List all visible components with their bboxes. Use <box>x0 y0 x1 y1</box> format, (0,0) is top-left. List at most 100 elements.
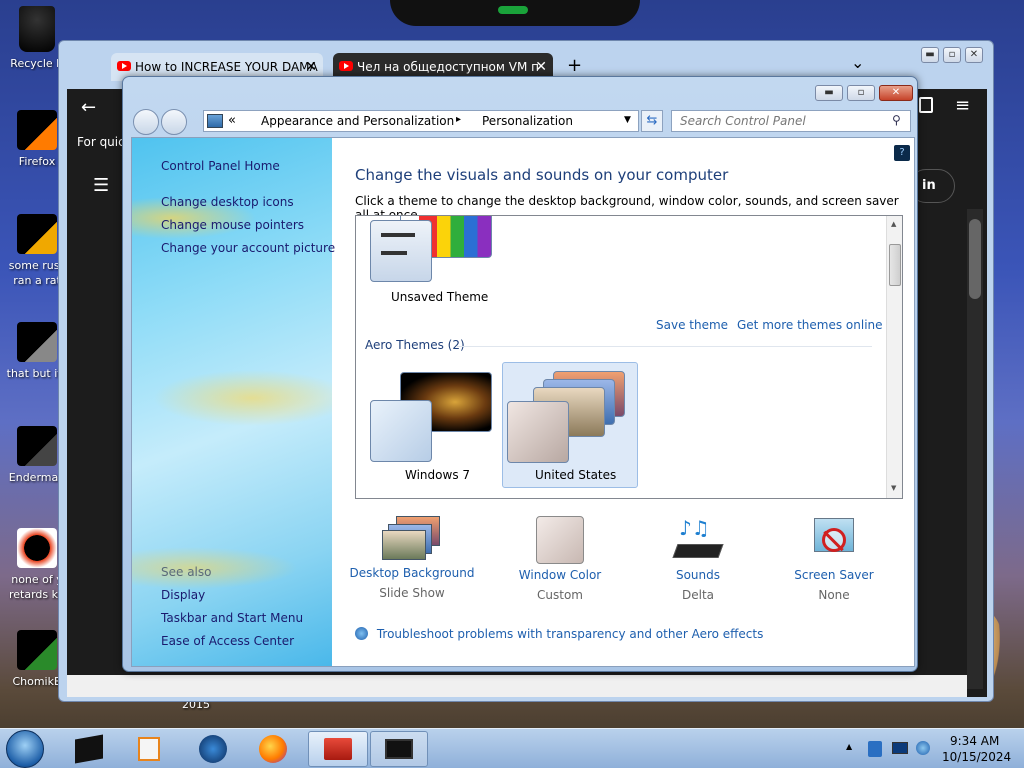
taskbar-media-player[interactable] <box>120 731 178 767</box>
unsaved-theme-label: Unsaved Theme <box>391 290 489 304</box>
get-more-themes-link[interactable]: Get more themes online <box>737 318 883 332</box>
united-states-label: United States <box>535 468 617 482</box>
search-icon[interactable]: ⚲ <box>892 113 901 127</box>
display-link[interactable]: Display <box>161 588 205 602</box>
scroll-down-arrow-icon[interactable]: ▼ <box>891 484 896 492</box>
desktop-background-value: Slide Show <box>379 586 445 600</box>
media-player-icon <box>138 737 160 761</box>
refresh-button[interactable]: ⇆ <box>641 110 663 132</box>
scroll-up-arrow-icon[interactable]: ▲ <box>891 220 896 228</box>
desktop-background-item[interactable]: Desktop Background Slide Show <box>342 516 482 600</box>
change-desktop-icons-link[interactable]: Change desktop icons <box>161 195 294 209</box>
window-color-value: Custom <box>537 588 583 602</box>
window-color-label: Window Color <box>518 568 602 582</box>
taskbar-app-1[interactable] <box>60 731 118 767</box>
change-account-picture-link[interactable]: Change your account picture <box>161 241 335 255</box>
address-dropdown-icon[interactable]: ▼ <box>624 115 631 125</box>
screen-saver-label: Screen Saver <box>794 568 874 582</box>
main-pane: ? Change the visuals and sounds on your … <box>332 138 914 666</box>
video-strip <box>67 675 967 697</box>
clock-time[interactable]: 9:34 AM <box>950 734 999 748</box>
sign-in-label: in <box>922 178 936 193</box>
unsaved-theme-tile[interactable]: Unsaved Theme <box>364 216 500 308</box>
thumb-bar <box>381 251 407 255</box>
scrollbar-thumb[interactable] <box>889 244 901 286</box>
theme-windows7[interactable]: Windows 7 <box>364 362 500 486</box>
back-arrow-icon[interactable]: ← <box>81 97 96 118</box>
recycle-bin-label: Recycle B <box>10 57 64 70</box>
tray-icon-1[interactable] <box>868 741 882 757</box>
tray-icon-2[interactable] <box>892 742 908 754</box>
taskbar-start-menu-link[interactable]: Taskbar and Start Menu <box>161 611 303 625</box>
tray-expand-icon[interactable]: ▲ <box>846 742 852 751</box>
screen-saver-item[interactable]: Screen Saver None <box>764 516 904 602</box>
back-button[interactable] <box>133 109 159 135</box>
see-also-heading: See also <box>161 565 212 579</box>
sounds-item[interactable]: ♪♫ Sounds Delta <box>628 516 768 602</box>
chomikb-label: ChomikB <box>12 675 62 688</box>
clock-date[interactable]: 10/15/2024 <box>942 750 1011 764</box>
browser-maximize-button[interactable]: ▫ <box>943 47 961 63</box>
tab-list-chevron-icon[interactable]: ⌄ <box>851 53 864 72</box>
breadcrumb-appearance[interactable]: Appearance and Personalization <box>261 114 454 128</box>
aero-header-divider <box>456 346 872 347</box>
sounds-value: Delta <box>681 588 714 602</box>
change-mouse-pointers-link[interactable]: Change mouse pointers <box>161 218 304 232</box>
control-panel-window: ▬ ▫ ✕ « Appearance and Personalization ▸… <box>122 76 918 672</box>
window-icon <box>385 739 413 759</box>
troubleshoot-link[interactable]: Troubleshoot problems with transparency … <box>355 627 763 641</box>
sounds-icon: ♪♫ <box>672 516 724 564</box>
new-tab-button[interactable]: + <box>567 55 582 76</box>
forward-button[interactable] <box>161 109 187 135</box>
firefox-label: Firefox <box>18 155 56 168</box>
youtube-icon <box>117 61 131 71</box>
thumb-bar <box>381 233 415 237</box>
theme-list[interactable]: Unsaved Theme Save theme Get more themes… <box>355 215 903 499</box>
firefox-icon <box>259 735 287 763</box>
help-icon[interactable]: ? <box>894 145 910 161</box>
breadcrumb-personalization[interactable]: Personalization <box>482 114 573 128</box>
breadcrumb-separator[interactable]: ▸ <box>456 114 461 125</box>
extension-icon[interactable] <box>919 97 933 113</box>
tab-title: How to INCREASE YOUR DAMA <box>135 60 318 74</box>
sounds-label: Sounds <box>675 568 721 582</box>
search-input[interactable]: Search Control Panel ⚲ <box>671 110 911 132</box>
tab-title: Чел на общедоступном VM п <box>357 60 539 74</box>
theme-united-states[interactable]: United States <box>502 362 638 488</box>
us-window-color <box>507 401 569 463</box>
troubleshoot-icon <box>355 627 368 640</box>
address-bar[interactable]: « Appearance and Personalization ▸ Perso… <box>203 110 639 132</box>
browser-minimize-button[interactable]: ▬ <box>921 47 939 63</box>
taskbar-app-3[interactable] <box>184 731 242 767</box>
ease-of-access-link[interactable]: Ease of Access Center <box>161 634 294 648</box>
window-color-item[interactable]: Window Color Custom <box>490 516 630 602</box>
aero-themes-header: Aero Themes (2) <box>365 338 465 352</box>
hamburger-icon[interactable]: ☰ <box>93 175 109 196</box>
youtube-icon <box>339 61 353 71</box>
taskbar-app-6[interactable] <box>370 731 428 767</box>
globe-icon <box>199 735 227 763</box>
search-placeholder: Search Control Panel <box>680 114 806 128</box>
browser-menu-icon[interactable]: ≡ <box>955 95 970 116</box>
control-panel-icon <box>207 114 223 128</box>
start-button[interactable] <box>6 730 44 768</box>
close-button[interactable]: ✕ <box>879 85 913 101</box>
control-panel-home-link[interactable]: Control Panel Home <box>161 159 280 173</box>
browser-close-button[interactable]: ✕ <box>965 47 983 63</box>
scrollbar-thumb[interactable] <box>969 219 981 299</box>
enderman-label: Enderman <box>8 471 66 484</box>
desktop-background-icon <box>382 516 442 562</box>
scrollbar[interactable] <box>967 209 983 689</box>
save-theme-link[interactable]: Save theme <box>656 318 728 332</box>
taskbar-control-panel[interactable] <box>308 731 368 767</box>
left-pane: Control Panel Home Change desktop icons … <box>132 138 335 666</box>
maximize-button[interactable]: ▫ <box>847 85 875 101</box>
window-color-icon <box>536 516 584 564</box>
taskbar-firefox[interactable] <box>244 731 302 767</box>
dark-box-icon <box>75 734 103 764</box>
troubleshoot-label: Troubleshoot problems with transparency … <box>376 627 764 641</box>
minimize-button[interactable]: ▬ <box>815 85 843 101</box>
breadcrumb-overflow[interactable]: « <box>228 113 236 128</box>
network-icon[interactable] <box>916 741 930 755</box>
theme-list-scrollbar[interactable]: ▲ ▼ <box>886 216 902 498</box>
